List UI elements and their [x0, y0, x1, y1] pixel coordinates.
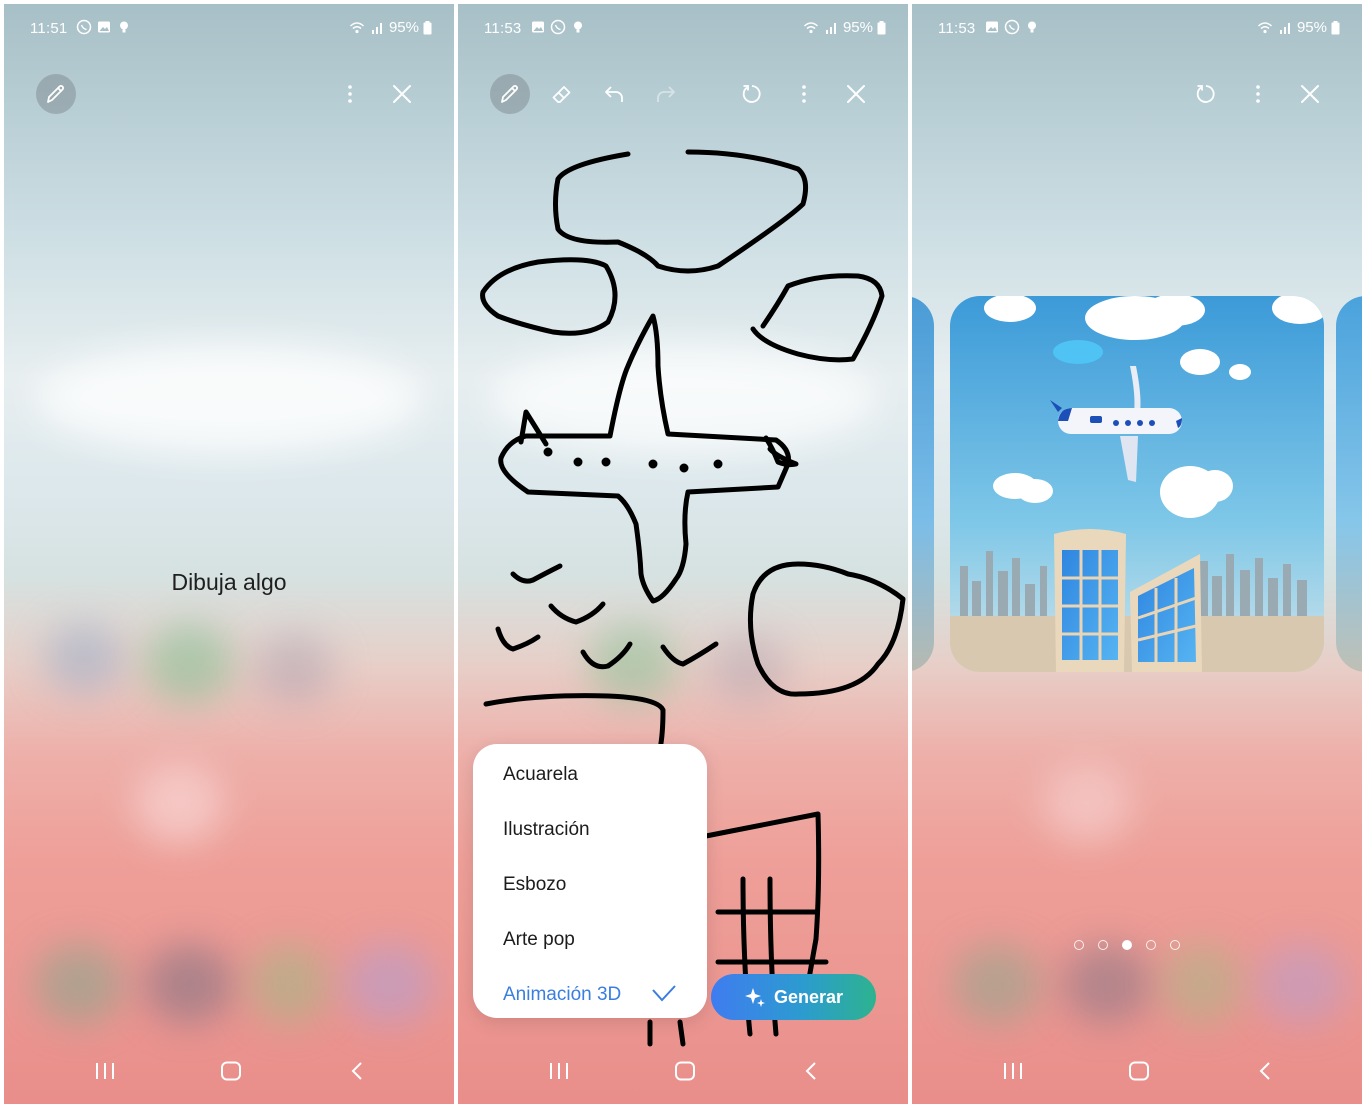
whatsapp-icon — [1004, 19, 1020, 35]
wifi-icon — [349, 21, 364, 33]
status-time: 11:53 — [938, 20, 976, 37]
back-icon — [351, 1062, 362, 1080]
battery-level: 95% — [388, 19, 419, 36]
page-dot[interactable] — [1146, 940, 1156, 950]
recent-apps-button[interactable] — [541, 1058, 577, 1084]
navigation-bar — [4, 1050, 454, 1090]
close-button[interactable] — [382, 74, 422, 114]
recent-apps-icon — [1004, 1063, 1022, 1079]
recent-apps-icon — [550, 1063, 568, 1079]
close-icon — [393, 85, 411, 103]
home-icon — [675, 1061, 695, 1081]
back-button[interactable] — [793, 1058, 829, 1084]
draw-hint: Dibuja algo — [171, 569, 287, 595]
screen-draw-empty: 11:51 95% Dibuja algo — [4, 4, 454, 1104]
screen-generated-result: 11:53 95% — [912, 4, 1362, 1104]
generated-scene — [950, 296, 1324, 672]
bulb-icon — [120, 21, 128, 33]
style-option-esbozo[interactable]: Esbozo — [503, 874, 566, 896]
more-icon — [1256, 85, 1260, 103]
generate-label: Generar — [773, 986, 844, 1007]
signal-icon — [371, 22, 382, 34]
style-option-ilustracion[interactable]: Ilustración — [503, 819, 590, 841]
generate-button[interactable]: Generar — [711, 974, 876, 1020]
page-dot-active[interactable] — [1122, 940, 1132, 950]
style-menu: Acuarela Ilustración Esbozo Arte pop Ani… — [473, 744, 707, 1018]
navigation-bar — [912, 1050, 1362, 1090]
back-icon — [1259, 1062, 1270, 1080]
home-icon — [221, 1061, 241, 1081]
recent-apps-button[interactable] — [87, 1058, 123, 1084]
wifi-icon — [1257, 21, 1272, 33]
home-button[interactable] — [1121, 1058, 1157, 1084]
bulb-icon — [1028, 21, 1036, 33]
back-button[interactable] — [339, 1058, 375, 1084]
back-button[interactable] — [1247, 1058, 1283, 1084]
generated-image[interactable] — [950, 296, 1324, 672]
carousel-prev-image[interactable] — [912, 296, 934, 672]
close-icon — [1301, 85, 1319, 103]
status-time: 11:51 — [30, 20, 68, 37]
home-icon — [1129, 1061, 1149, 1081]
more-icon — [348, 85, 352, 103]
page-dot[interactable] — [1170, 940, 1180, 950]
battery-icon — [423, 20, 432, 34]
reset-icon — [1196, 85, 1215, 103]
carousel-next-image[interactable] — [1336, 296, 1362, 672]
home-button[interactable] — [667, 1058, 703, 1084]
sparkle-icon — [744, 988, 765, 1007]
carousel-pagination — [1074, 940, 1180, 950]
pen-tool-button[interactable] — [36, 74, 76, 114]
gallery-icon — [986, 21, 998, 33]
check-icon — [652, 985, 676, 1002]
battery-icon — [1331, 20, 1340, 34]
recent-apps-button[interactable] — [995, 1058, 1031, 1084]
close-button[interactable] — [1290, 74, 1330, 114]
status-bar: 11:51 95% — [4, 18, 454, 40]
signal-icon — [1279, 22, 1290, 34]
style-option-animacion-3d[interactable]: Animación 3D — [503, 984, 621, 1006]
battery-level: 95% — [1296, 19, 1327, 36]
screen-drawing-style-menu: 11:53 95% Acuarela Ilustración Esbozo Ar… — [458, 4, 908, 1104]
more-options-button[interactable] — [330, 74, 370, 114]
recent-apps-icon — [96, 1063, 114, 1079]
page-dot[interactable] — [1098, 940, 1108, 950]
status-bar: 11:53 95% — [912, 18, 1362, 40]
home-button[interactable] — [213, 1058, 249, 1084]
more-options-button[interactable] — [1238, 74, 1278, 114]
back-icon — [805, 1062, 816, 1080]
page-dot[interactable] — [1074, 940, 1084, 950]
pen-icon — [47, 85, 64, 103]
style-option-arte-pop[interactable]: Arte pop — [503, 929, 575, 951]
navigation-bar — [458, 1050, 908, 1090]
reset-button[interactable] — [1186, 74, 1226, 114]
style-option-acuarela[interactable]: Acuarela — [503, 764, 578, 786]
whatsapp-icon — [76, 19, 92, 35]
gallery-icon — [98, 21, 110, 33]
